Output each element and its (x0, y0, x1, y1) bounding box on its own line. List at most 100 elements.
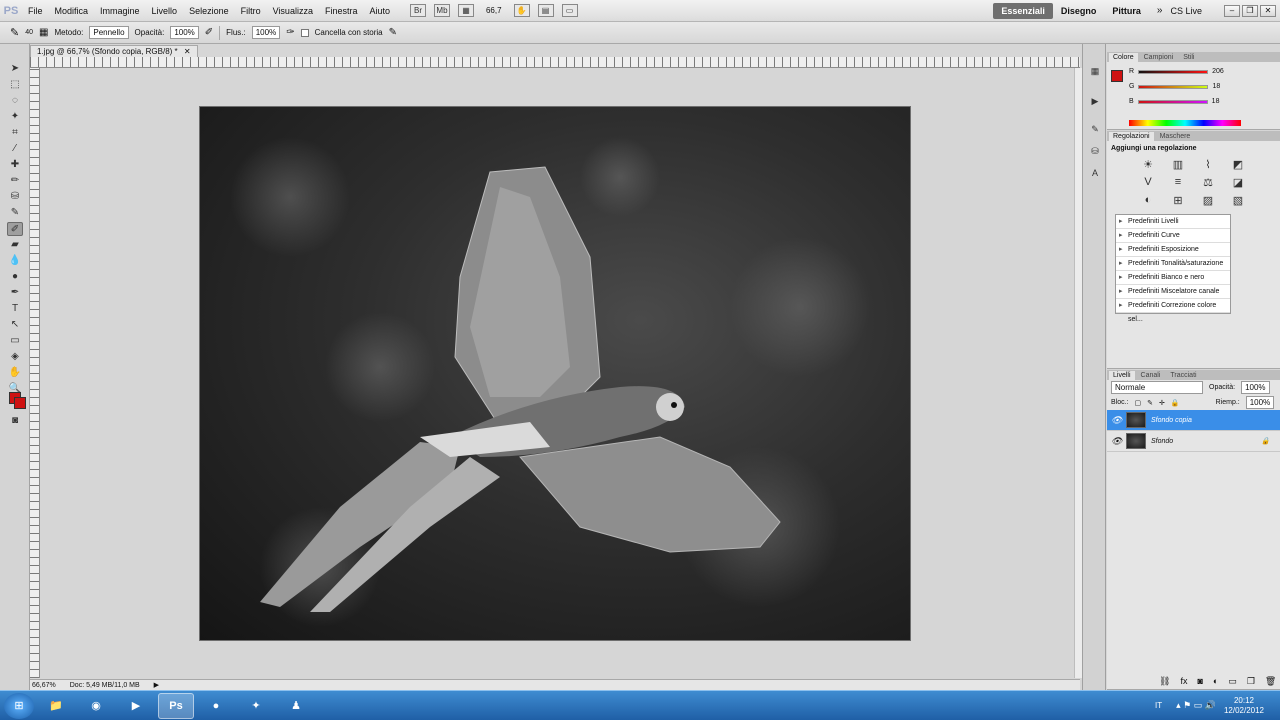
airbrush-icon[interactable]: ✑ (286, 27, 294, 38)
history-brush-tool-icon[interactable]: ✎ (7, 206, 23, 220)
close-tab-icon[interactable]: ✕ (184, 47, 191, 56)
layer-name[interactable]: Sfondo (1151, 438, 1173, 445)
vertical-scrollbar[interactable] (1074, 68, 1082, 678)
lock-transparent-icon[interactable]: ▢ (1135, 399, 1142, 407)
marquee-tool-icon[interactable]: ⬚ (7, 78, 23, 92)
bridge-icon[interactable]: Br (409, 4, 426, 17)
app-icon[interactable]: ✦ (238, 693, 274, 719)
mode-select[interactable]: Pennello (89, 26, 129, 39)
workspace-disegno[interactable]: Disegno (1053, 3, 1105, 19)
minibridge-icon[interactable]: Mb (433, 4, 450, 17)
blend-mode-select[interactable]: Normale (1111, 381, 1203, 394)
zoom-level[interactable]: 66,7 (486, 6, 502, 15)
add-mask-icon[interactable]: ◙ (1197, 676, 1202, 687)
app-icon[interactable]: ♟ (278, 693, 314, 719)
lock-all-icon[interactable]: 🔒 (1171, 399, 1180, 407)
tray-icons[interactable]: ▴ ⚑ ▭ 🔊 (1176, 700, 1216, 711)
brush-tool-icon[interactable]: ✏ (7, 174, 23, 188)
hand-tool-icon[interactable]: ✋ (7, 366, 23, 380)
color-balance-icon[interactable]: ⚖ (1197, 176, 1219, 190)
menu-visualizza[interactable]: Visualizza (267, 6, 319, 16)
menu-selezione[interactable]: Selezione (183, 6, 235, 16)
tab-colore[interactable]: Colore (1109, 53, 1138, 62)
hue-saturation-icon[interactable]: ≡ (1167, 176, 1189, 190)
tab-campioni[interactable]: Campioni (1140, 53, 1178, 62)
type-tool-icon[interactable]: T (7, 302, 23, 316)
layer-row[interactable]: 👁 Sfondo copia (1107, 410, 1280, 431)
tab-maschere[interactable]: Maschere (1156, 132, 1195, 141)
background-color-swatch[interactable] (14, 397, 26, 409)
clock[interactable]: 20:12 12/02/2012 (1224, 696, 1264, 716)
document-image[interactable] (199, 106, 911, 641)
eye-icon[interactable]: 👁 (1111, 415, 1122, 426)
cs-live-button[interactable]: CS Live (1170, 6, 1202, 16)
media-player-icon[interactable]: ▶ (118, 693, 154, 719)
clone-source-icon[interactable]: ⛁ (1088, 146, 1102, 158)
character-panel-icon[interactable]: A (1088, 168, 1102, 180)
menu-filtro[interactable]: Filtro (235, 6, 267, 16)
lock-position-icon[interactable]: ✛ (1159, 399, 1165, 407)
preset-tonalita-saturazione[interactable]: Predefiniti Tonalità/saturazione (1116, 257, 1230, 271)
posterize-icon[interactable]: ▧ (1227, 194, 1249, 208)
tab-tracciati[interactable]: Tracciati (1166, 371, 1200, 380)
crop-tool-icon[interactable]: ⌗ (7, 126, 23, 140)
lasso-tool-icon[interactable]: ◌ (7, 94, 23, 108)
tab-canali[interactable]: Canali (1137, 371, 1165, 380)
extras-icon[interactable]: ▦ (457, 4, 474, 17)
opacity-field[interactable]: 100% (170, 26, 199, 39)
history-panel-icon[interactable]: ▦ (1088, 66, 1102, 78)
red-value[interactable]: 206 (1212, 68, 1224, 75)
dodge-tool-icon[interactable]: ● (7, 270, 23, 284)
fill-field[interactable]: 100% (1245, 396, 1275, 409)
photoshop-taskbar-icon[interactable]: Ps (158, 692, 194, 719)
explorer-icon[interactable]: 📁 (38, 693, 74, 719)
flow-field[interactable]: 100% (251, 26, 281, 39)
adjustment-layer-icon[interactable]: ◐ (1213, 676, 1218, 687)
exposure-icon[interactable]: ◩ (1227, 158, 1249, 172)
restore-icon[interactable]: ❐ (1242, 4, 1258, 17)
levels-icon[interactable]: ▥ (1167, 158, 1189, 172)
tab-livelli[interactable]: Livelli (1109, 371, 1135, 380)
layer-opacity-field[interactable]: 100% (1241, 381, 1270, 394)
menu-livello[interactable]: Livello (146, 6, 184, 16)
green-value[interactable]: 18 (1212, 83, 1220, 90)
close-icon[interactable]: ✕ (1260, 4, 1276, 17)
shape-tool-icon[interactable]: ▭ (7, 334, 23, 348)
healing-brush-tool-icon[interactable]: ✚ (7, 158, 23, 172)
menu-immagine[interactable]: Immagine (94, 6, 146, 16)
layer-style-icon[interactable]: fx (1180, 676, 1187, 687)
preset-correzione-colore[interactable]: Predefiniti Correzione colore sel... (1116, 299, 1230, 323)
blue-slider[interactable] (1137, 99, 1208, 104)
preset-esposizione[interactable]: Predefiniti Esposizione (1116, 243, 1230, 257)
new-group-icon[interactable]: ▭ (1228, 676, 1237, 687)
layer-row[interactable]: 👁 Sfondo 🔒 (1107, 431, 1280, 452)
actions-panel-icon[interactable]: ▶ (1088, 96, 1102, 108)
blue-value[interactable]: 18 (1212, 98, 1220, 105)
pen-tool-icon[interactable]: ✒ (7, 286, 23, 300)
menu-finestra[interactable]: Finestra (319, 6, 364, 16)
preset-livelli[interactable]: Predefiniti Livelli (1116, 215, 1230, 229)
start-button[interactable]: ⊞ (4, 692, 34, 719)
3d-tool-icon[interactable]: ◈ (7, 350, 23, 364)
lock-image-icon[interactable]: ✎ (1147, 399, 1153, 407)
history-brush-tool-selected-icon[interactable]: ✐ (7, 222, 23, 236)
brightness-contrast-icon[interactable]: ☀ (1137, 158, 1159, 172)
screen-mode-icon[interactable]: ▭ (561, 4, 578, 17)
eye-icon[interactable]: 👁 (1111, 436, 1122, 447)
green-slider[interactable] (1138, 84, 1209, 89)
zoom-status[interactable]: 66,67% (32, 682, 56, 689)
more-workspaces-icon[interactable]: » (1157, 5, 1163, 16)
eyedropper-tool-icon[interactable]: ⁄ (7, 142, 23, 156)
blur-tool-icon[interactable]: 💧 (7, 254, 23, 268)
brush-size[interactable]: 40 (25, 29, 33, 36)
document-tab[interactable]: 1.jpg @ 66,7% (Sfondo copia, RGB/8) * ✕ (30, 45, 198, 57)
brush-panel-icon[interactable]: ▦ (39, 27, 48, 38)
fg-color-chip[interactable] (1111, 70, 1123, 82)
tab-stili[interactable]: Stili (1179, 53, 1198, 62)
new-layer-icon[interactable]: ❐ (1247, 676, 1255, 687)
workspace-essenziali[interactable]: Essenziali (993, 2, 1053, 19)
menu-aiuto[interactable]: Aiuto (363, 6, 396, 16)
workspace-pittura[interactable]: Pittura (1104, 3, 1149, 19)
curves-icon[interactable]: ⌇ (1197, 158, 1219, 172)
path-select-tool-icon[interactable]: ↖ (7, 318, 23, 332)
